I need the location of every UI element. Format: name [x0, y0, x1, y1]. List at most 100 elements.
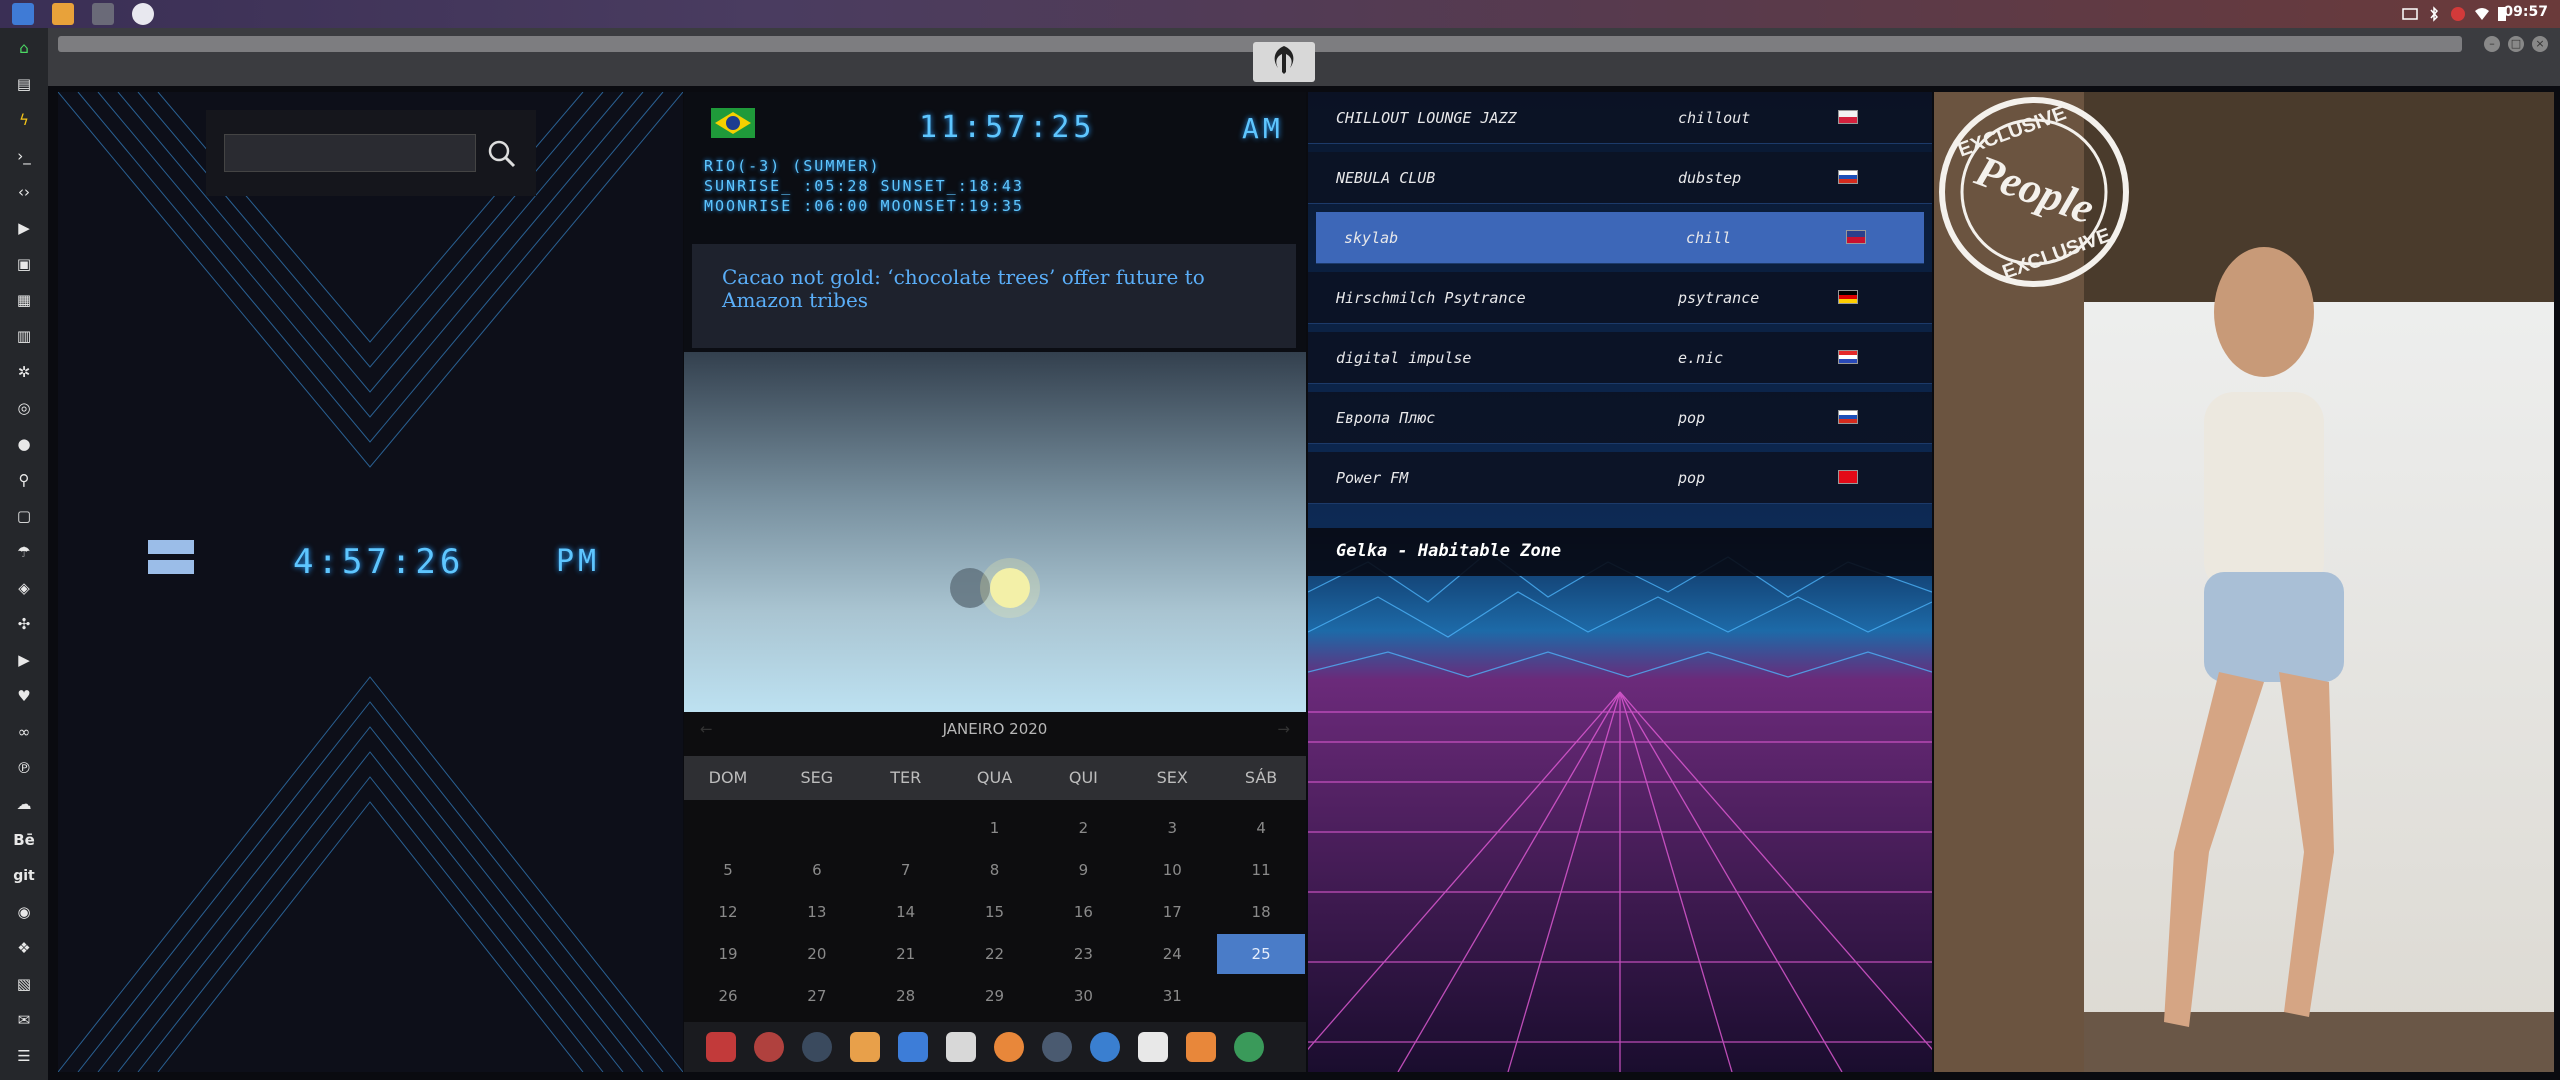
video-icon[interactable]: ▣ [12, 252, 36, 276]
play-icon[interactable]: ▶ [12, 216, 36, 240]
calendar-day[interactable]: 7 [862, 850, 950, 890]
forward-app-icon[interactable] [1186, 1032, 1216, 1062]
calendar-day[interactable]: 3 [1128, 808, 1216, 848]
image-icon[interactable]: ▦ [12, 288, 36, 312]
calendar-day[interactable]: 17 [1128, 892, 1216, 932]
calendar-day[interactable]: 8 [951, 850, 1039, 890]
clock-app-icon[interactable] [1042, 1032, 1072, 1062]
station-row[interactable]: skylab chill [1316, 212, 1924, 264]
calendar-day[interactable]: 4 [1217, 808, 1305, 848]
calendar-day[interactable]: 27 [773, 976, 861, 1016]
git-icon[interactable]: git [12, 864, 36, 888]
target-icon[interactable]: ◎ [12, 396, 36, 420]
umbrella-icon[interactable]: ☂ [12, 540, 36, 564]
calendar-app-icon[interactable] [1138, 1032, 1168, 1062]
translate-icon[interactable] [898, 1032, 928, 1062]
file-manager-icon[interactable] [12, 3, 34, 25]
magazine-photo[interactable]: EXCLUSIVE People EXCLUSIVE [1934, 92, 2554, 1072]
calendar-day[interactable]: 10 [1128, 850, 1216, 890]
sublime-text-icon[interactable] [52, 3, 74, 25]
map-icon[interactable]: ▧ [12, 972, 36, 996]
maximize-button[interactable]: □ [2508, 36, 2524, 52]
globe-icon[interactable]: ● [12, 432, 36, 456]
rebel-alliance-icon[interactable] [1253, 42, 1315, 82]
planet-icon[interactable] [802, 1032, 832, 1062]
document-icon[interactable]: ▤ [12, 72, 36, 96]
calendar-day[interactable]: 21 [862, 934, 950, 974]
yandex-icon[interactable] [1234, 1032, 1264, 1062]
image-tray-icon[interactable] [2402, 6, 2418, 22]
behance-icon[interactable]: Bē [12, 828, 36, 852]
terminal-icon[interactable] [92, 3, 114, 25]
calendar-day[interactable]: 30 [1039, 976, 1127, 1016]
calendar-day[interactable]: 16 [1039, 892, 1127, 932]
alert-icon[interactable] [2450, 6, 2466, 22]
bluetooth-icon[interactable] [2426, 6, 2442, 22]
image-viewer-icon[interactable] [850, 1032, 880, 1062]
calendar-day[interactable]: 11 [1217, 850, 1305, 890]
wifi-icon[interactable] [2474, 6, 2490, 22]
calendar-day[interactable]: 26 [684, 976, 772, 1016]
calendar-day[interactable]: 5 [684, 850, 772, 890]
system-clock[interactable]: 09:57 [2503, 4, 2548, 20]
code-icon[interactable]: ‹› [12, 180, 36, 204]
station-row[interactable]: digital impulse e.nic [1308, 332, 1932, 384]
calendar-day[interactable]: 14 [862, 892, 950, 932]
home-icon[interactable]: ⌂ [12, 36, 36, 60]
bolt-icon[interactable]: ϟ [12, 108, 36, 132]
search-icon[interactable] [486, 138, 518, 170]
station-row[interactable]: Европа Плюс pop [1308, 392, 1932, 444]
next-month-button[interactable]: → [1277, 720, 1290, 738]
calendar-day[interactable]: 9 [1039, 850, 1127, 890]
news-app-icon[interactable] [946, 1032, 976, 1062]
search-app-icon[interactable] [994, 1032, 1024, 1062]
calendar-day[interactable]: 1 [951, 808, 1039, 848]
infinity-icon[interactable]: ∞ [12, 720, 36, 744]
station-row[interactable]: NEBULA CLUB dubstep [1308, 152, 1932, 204]
station-row[interactable]: CHILLOUT LOUNGE JAZZ chillout [1308, 92, 1932, 144]
news-card[interactable]: Cacao not gold: ‘chocolate trees’ offer … [692, 244, 1296, 348]
now-playing-bar[interactable]: Gelka - Habitable Zone [1308, 528, 1932, 576]
minimize-button[interactable]: – [2484, 36, 2500, 52]
calendar-day[interactable]: 19 [684, 934, 772, 974]
chrome-icon[interactable] [132, 3, 154, 25]
youtube-icon[interactable]: ▶ [12, 648, 36, 672]
terminal-icon[interactable]: ›_ [12, 144, 36, 168]
calendar-day[interactable]: 31 [1128, 976, 1216, 1016]
globe-app-icon[interactable] [1090, 1032, 1120, 1062]
calendar-day[interactable]: 28 [862, 976, 950, 1016]
pinterest-icon[interactable]: ℗ [12, 756, 36, 780]
cubes-icon[interactable]: ❖ [12, 936, 36, 960]
calendar-day[interactable]: 24 [1128, 934, 1216, 974]
server-icon[interactable]: ☰ [12, 1044, 36, 1068]
calendar-day[interactable]: 2 [1039, 808, 1127, 848]
calendar-day[interactable]: 15 [951, 892, 1039, 932]
app-icon-1[interactable] [706, 1032, 736, 1062]
mail-icon[interactable]: ✉ [12, 1008, 36, 1032]
calendar-day[interactable]: 12 [684, 892, 772, 932]
calendar-day[interactable]: 29 [951, 976, 1039, 1016]
contact-icon[interactable]: ▢ [12, 504, 36, 528]
expand-icon[interactable]: ✣ [12, 612, 36, 636]
calendar-day[interactable]: 22 [951, 934, 1039, 974]
calendar-day[interactable]: 20 [773, 934, 861, 974]
calendar-day[interactable]: 23 [1039, 934, 1127, 974]
station-row[interactable]: Power FM pop [1308, 452, 1932, 504]
calendar-day[interactable]: 6 [773, 850, 861, 890]
newspaper-icon[interactable]: ▥ [12, 324, 36, 348]
hourglass-icon[interactable] [754, 1032, 784, 1062]
settings-icon[interactable]: ✲ [12, 360, 36, 384]
calendar-day-selected[interactable]: 25 [1217, 934, 1306, 974]
calendar-day[interactable]: 13 [773, 892, 861, 932]
search-input[interactable] [224, 134, 476, 172]
heart-icon[interactable]: ♥ [12, 684, 36, 708]
station-row[interactable]: Hirschmilch Psytrance psytrance [1308, 272, 1932, 324]
menu-icon[interactable] [148, 540, 194, 574]
close-button[interactable]: × [2532, 36, 2548, 52]
calendar-day[interactable]: 18 [1217, 892, 1305, 932]
news-headline[interactable]: Cacao not gold: ‘chocolate trees’ offer … [722, 266, 1282, 312]
cloud-icon[interactable]: ☁ [12, 792, 36, 816]
github-icon[interactable]: ◉ [12, 900, 36, 924]
ticket-icon[interactable]: ◈ [12, 576, 36, 600]
search-icon[interactable]: ⚲ [12, 468, 36, 492]
